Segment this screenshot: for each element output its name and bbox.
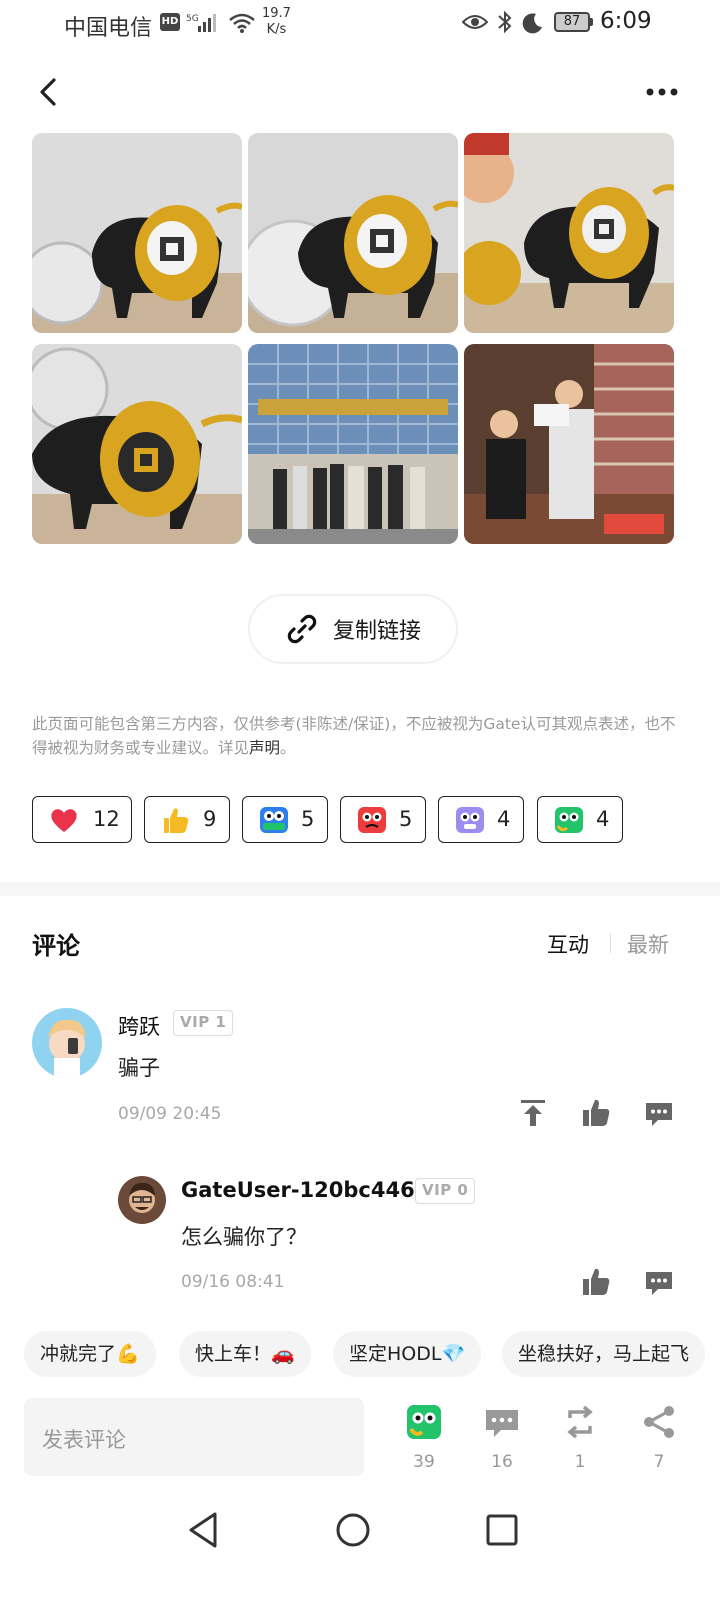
sort-separator [610, 933, 611, 953]
speed-value: 19.7 [262, 6, 291, 21]
disclaimer-text: 此页面可能包含第三方内容，仅供参考(非陈述/保证)，不应被视为Gate认可其观点… [32, 715, 676, 757]
reaction-shocked[interactable]: 4 [438, 796, 524, 843]
repost-icon [567, 1405, 593, 1439]
thumbs-up-icon [164, 808, 189, 833]
copy-link-label: 复制链接 [332, 619, 421, 644]
share-count: 7 [653, 1452, 665, 1472]
presentation-photo[interactable] [464, 344, 674, 544]
bull-statue-photo-2[interactable] [248, 133, 458, 333]
network-label: 5G [186, 14, 199, 24]
section-divider [0, 882, 720, 896]
thumbs-up-icon[interactable] [580, 1266, 612, 1298]
pin-top-icon[interactable] [517, 1097, 549, 1129]
comment-total-count: 16 [491, 1452, 513, 1472]
hodl-icon [260, 807, 288, 833]
repost-button[interactable]: 1 [550, 1404, 610, 1474]
bull-statue-photo-3[interactable] [464, 133, 674, 333]
link-icon [287, 614, 317, 644]
reaction-count: 9 [203, 807, 217, 831]
hd-badge: HD [160, 13, 180, 31]
reaction-bar: 12 9 5 5 4 4 [32, 796, 672, 844]
battery-tip [590, 18, 593, 26]
group-photo-building[interactable] [248, 344, 458, 544]
reaction-count: 5 [399, 807, 413, 831]
repost-count: 1 [574, 1452, 586, 1472]
reaction-count: 12 [93, 807, 120, 831]
chevron-left-icon[interactable] [30, 74, 66, 110]
vip-badge: VIP 1 [173, 1010, 234, 1036]
comment-timestamp: 09/09 20:45 [118, 1104, 222, 1124]
moon-icon [522, 13, 542, 34]
disclaimer-end: 。 [280, 739, 296, 757]
network-speed: 19.7 K/s [262, 6, 291, 38]
share-icon [644, 1406, 674, 1438]
reaction-button[interactable]: 39 [394, 1404, 454, 1474]
status-bar: 中国电信 HD 5G 19.7 K/s 87 6:09 [0, 0, 720, 50]
wifi-icon [229, 13, 255, 33]
reaction-count: 4 [596, 807, 610, 831]
copy-link-button[interactable]: 复制链接 [248, 594, 458, 664]
speed-unit: K/s [266, 22, 287, 37]
system-recents-icon[interactable] [484, 1510, 520, 1550]
disclaimer: 此页面可能包含第三方内容，仅供参考(非陈述/保证)，不应被视为Gate认可其观点… [32, 712, 682, 760]
reaction-heart[interactable]: 12 [32, 796, 132, 843]
reaction-thumbs-up[interactable]: 9 [144, 796, 230, 843]
comment-icon[interactable] [643, 1266, 675, 1298]
disclaimer-link[interactable]: 声明 [249, 739, 280, 757]
clock: 6:09 [600, 8, 652, 34]
comment-username[interactable]: 跨跃 [118, 1011, 160, 1041]
avatar[interactable] [118, 1176, 166, 1224]
system-home-icon[interactable] [335, 1510, 371, 1550]
more-dots-icon[interactable] [640, 78, 684, 106]
reaction-count: 4 [497, 807, 511, 831]
vip-badge: VIP 0 [415, 1178, 476, 1204]
thumbs-up-icon[interactable] [580, 1097, 612, 1129]
avatar[interactable] [32, 1008, 102, 1078]
quick-reply-chip[interactable]: 坐稳扶好，马上起飞 [502, 1331, 706, 1377]
share-button[interactable]: 7 [629, 1404, 689, 1474]
shocked-face-icon [456, 807, 484, 833]
bull-statue-photo-1[interactable] [32, 133, 242, 333]
angry-face-icon [358, 807, 386, 833]
sort-latest-tab[interactable]: 最新 [627, 929, 669, 959]
signal-icon: 5G [186, 14, 216, 32]
comments-title: 评论 [32, 932, 80, 960]
battery-indicator: 87 [554, 12, 590, 32]
comment-icon[interactable] [643, 1097, 675, 1129]
comment-button[interactable]: 16 [472, 1404, 532, 1474]
quick-reply-chip[interactable]: 快上车！🚗 [179, 1331, 311, 1377]
quick-reply-chip[interactable]: 坚定HODL💎 [333, 1331, 482, 1377]
comment-input[interactable]: 发表评论 [24, 1398, 364, 1476]
green-face-icon [407, 1405, 441, 1439]
reaction-angry[interactable]: 5 [340, 796, 426, 843]
comment-input-placeholder: 发表评论 [42, 1428, 126, 1452]
carrier-label: 中国电信 [64, 16, 153, 41]
comment-icon [486, 1410, 518, 1437]
comment-text: 怎么骗你了？ [181, 1225, 307, 1249]
reaction-count: 5 [301, 807, 315, 831]
bluetooth-icon [498, 10, 512, 34]
reaction-hodl[interactable]: 5 [242, 796, 328, 843]
quick-reply-chip[interactable]: 冲就完了💪 [24, 1331, 156, 1377]
sort-interact-tab[interactable]: 互动 [547, 929, 589, 959]
eye-comfort-icon [462, 15, 488, 29]
comment-timestamp: 09/16 08:41 [181, 1272, 285, 1292]
comment-text: 骗子 [118, 1056, 160, 1080]
green-face-icon [555, 807, 583, 833]
quick-reply-bar: 冲就完了💪 快上车！🚗 坚定HODL💎 坐稳扶好，马上起飞 [24, 1331, 720, 1379]
bull-statue-photo-4[interactable] [32, 344, 242, 544]
heart-icon [51, 809, 77, 832]
system-back-icon[interactable] [185, 1510, 221, 1550]
reaction-green[interactable]: 4 [537, 796, 623, 843]
reaction-total-count: 39 [413, 1452, 435, 1472]
comment-username[interactable]: GateUser-120bc446 [181, 1178, 415, 1202]
